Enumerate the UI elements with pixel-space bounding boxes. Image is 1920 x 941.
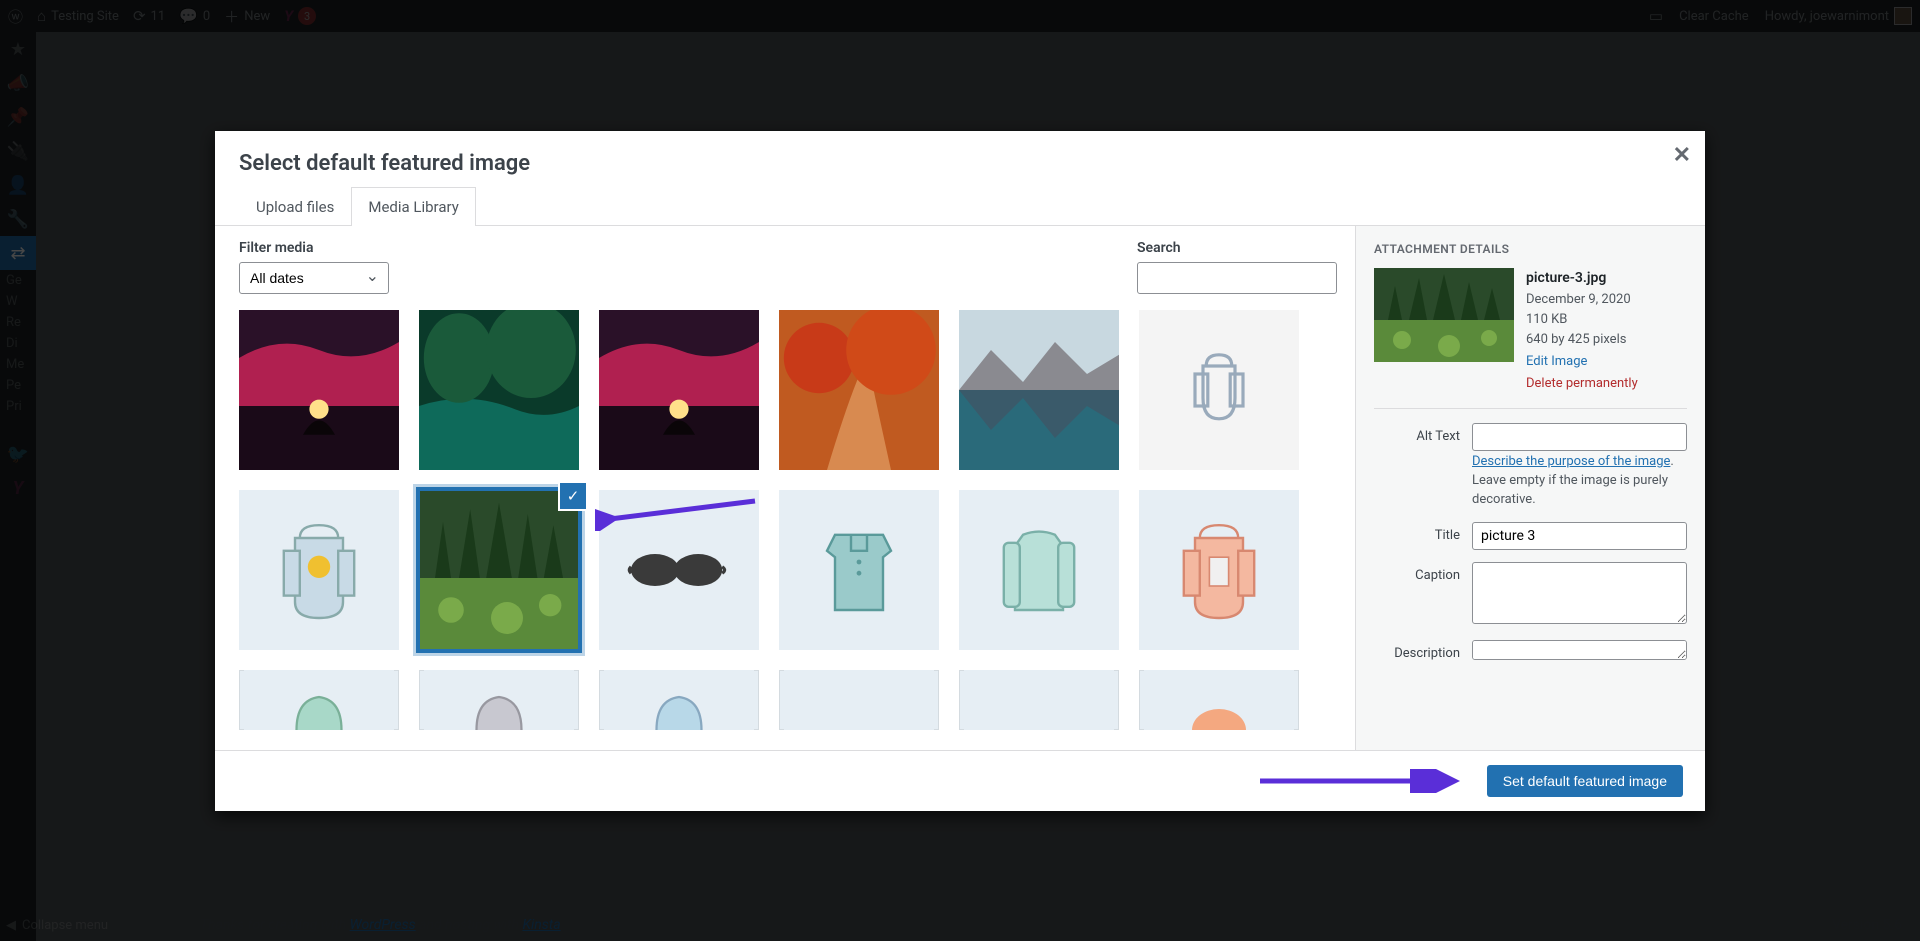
attachment-preview	[1374, 268, 1514, 362]
modal-close-button[interactable]: ✕	[1673, 143, 1691, 168]
attachment-size: 110 KB	[1526, 310, 1638, 330]
modal-footer: Set default featured image	[215, 750, 1705, 811]
media-item[interactable]	[239, 310, 399, 470]
annotation-arrow-button	[1255, 769, 1465, 793]
media-grid: ✓	[239, 310, 1331, 730]
media-browser: Filter media All dates Search	[215, 226, 1355, 750]
title-input[interactable]	[1472, 522, 1687, 550]
caption-label: Caption	[1374, 562, 1460, 583]
attachment-dimensions: 640 by 425 pixels	[1526, 330, 1638, 350]
media-item[interactable]	[959, 670, 1119, 730]
alt-text-input[interactable]	[1472, 423, 1687, 451]
date-filter-select[interactable]: All dates	[239, 262, 389, 294]
media-item[interactable]	[779, 670, 939, 730]
alt-helper-link[interactable]: Describe the purpose of the image	[1472, 454, 1670, 469]
alt-text-label: Alt Text	[1374, 423, 1460, 444]
media-item[interactable]	[959, 490, 1119, 650]
attachment-filename: picture-3.jpg	[1526, 268, 1638, 290]
tab-upload-files[interactable]: Upload files	[239, 187, 351, 226]
title-label: Title	[1374, 522, 1460, 543]
media-item[interactable]	[419, 310, 579, 470]
media-item[interactable]	[599, 310, 759, 470]
media-item[interactable]	[419, 670, 579, 730]
attachment-details-heading: ATTACHMENT DETAILS	[1374, 242, 1687, 256]
media-item[interactable]	[599, 490, 759, 650]
set-default-featured-image-button[interactable]: Set default featured image	[1487, 765, 1683, 797]
modal-tabs: Upload files Media Library	[215, 187, 1705, 226]
media-item[interactable]	[779, 490, 939, 650]
description-textarea[interactable]	[1472, 640, 1687, 660]
filter-media-label: Filter media	[239, 240, 389, 256]
caption-textarea[interactable]	[1472, 562, 1687, 624]
attachment-details-panel: ATTACHMENT DETAILS picture-3.jpg Decembe…	[1355, 226, 1705, 750]
modal-title: Select default featured image	[215, 131, 1705, 187]
media-item[interactable]	[779, 310, 939, 470]
media-item[interactable]	[239, 670, 399, 730]
media-item[interactable]	[1139, 310, 1299, 470]
media-item[interactable]	[599, 670, 759, 730]
description-label: Description	[1374, 640, 1460, 661]
media-item[interactable]	[1139, 670, 1299, 730]
media-item[interactable]	[1139, 490, 1299, 650]
media-item[interactable]	[239, 490, 399, 650]
alt-text-helper: Describe the purpose of the image. Leave…	[1472, 453, 1687, 510]
close-icon: ✕	[1673, 143, 1691, 168]
media-item[interactable]	[959, 310, 1119, 470]
media-item-selected[interactable]: ✓	[419, 490, 579, 650]
search-label: Search	[1137, 240, 1337, 256]
search-input[interactable]	[1137, 262, 1337, 294]
media-modal: ✕ Select default featured image Upload f…	[215, 131, 1705, 811]
tab-media-library[interactable]: Media Library	[351, 187, 475, 226]
check-icon: ✓	[560, 483, 586, 509]
delete-permanently-link[interactable]: Delete permanently	[1526, 374, 1638, 394]
attachment-date: December 9, 2020	[1526, 290, 1638, 310]
edit-image-link[interactable]: Edit Image	[1526, 352, 1587, 372]
modal-overlay: ✕ Select default featured image Upload f…	[0, 0, 1920, 941]
